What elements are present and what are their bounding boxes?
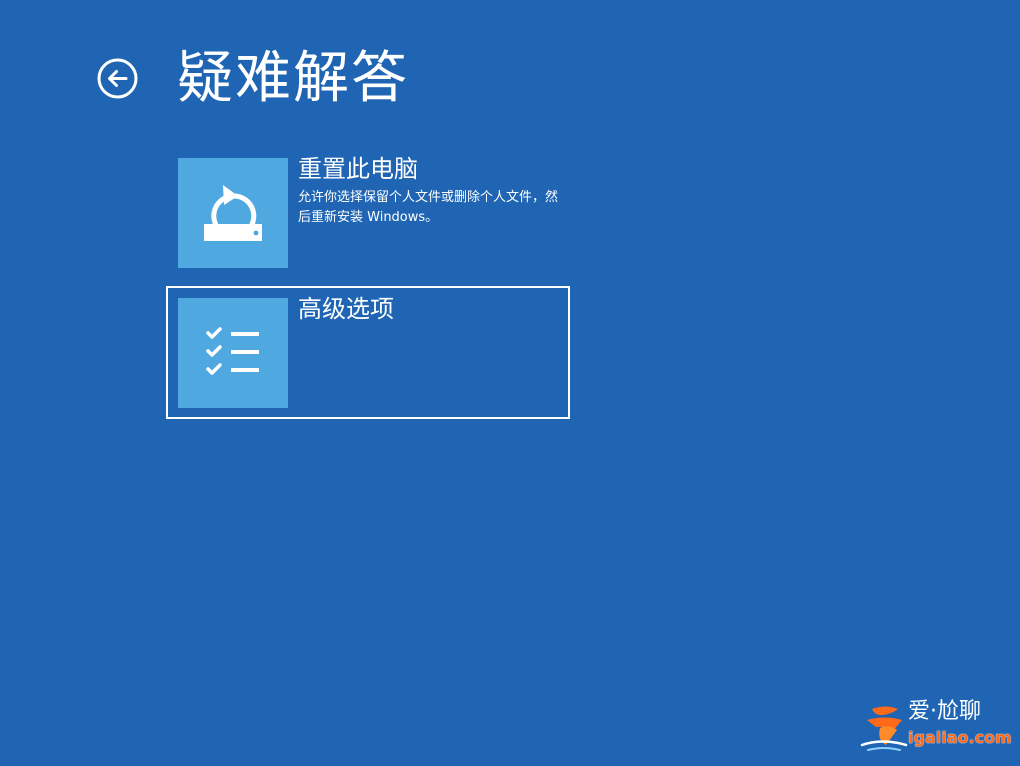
watermark-url: igaliao.com <box>908 728 1012 747</box>
watermark-title: 爱·尬聊 <box>908 699 981 724</box>
back-arrow-circle-icon <box>97 58 138 99</box>
reset-pc-tile <box>178 158 288 268</box>
page-title: 疑难解答 <box>177 46 409 111</box>
checklist-icon <box>206 327 259 375</box>
reset-pc-option[interactable]: 重置此电脑 允许你选择保留个人文件或删除个人文件，然后重新安装 Windows。 <box>166 146 570 279</box>
reset-pc-title: 重置此电脑 <box>298 155 418 183</box>
reset-pc-icon <box>204 185 262 241</box>
advanced-options-title: 高级选项 <box>298 295 394 323</box>
reset-pc-description: 允许你选择保留个人文件或删除个人文件，然后重新安装 Windows。 <box>298 190 559 225</box>
advanced-options-tile <box>178 298 288 408</box>
watermark: 爱·尬聊 igaliao.com <box>858 698 1013 756</box>
back-button[interactable] <box>97 58 138 99</box>
igaliao-logo-icon <box>858 700 910 754</box>
advanced-options-option[interactable]: 高级选项 <box>166 286 570 419</box>
